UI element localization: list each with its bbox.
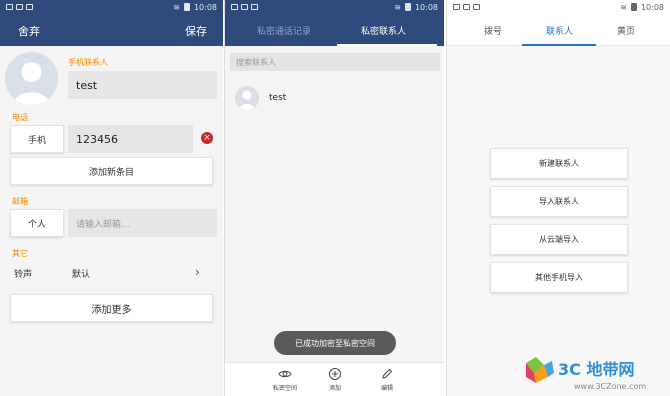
email-input[interactable]: 请输入邮箱... <box>68 209 217 237</box>
phone-type-select[interactable]: 手机 <box>10 125 64 153</box>
tab-private-contacts[interactable]: 私密联系人 <box>361 24 406 37</box>
status-bar: ≋ 10:08 <box>0 0 223 14</box>
eye-icon <box>278 370 292 378</box>
edit-label: 编辑 <box>380 385 393 392</box>
bottom-action-bar: 私密空间 添加 编辑 <box>225 362 444 396</box>
status-time: 10:08 <box>414 2 438 12</box>
status-bar: ≋ 10:08 <box>225 0 444 14</box>
private-space-label: 私密空间 <box>272 385 297 392</box>
status-time: 10:08 <box>640 2 664 12</box>
add-circle-icon <box>329 368 341 380</box>
tab-dialer[interactable]: 拨号 <box>484 24 502 37</box>
toast-message: 已成功加密至私密空间 <box>274 331 396 355</box>
remove-phone-icon[interactable]: × <box>201 132 213 144</box>
active-tab-indicator <box>522 44 596 46</box>
contact-search-input[interactable]: 搜索联系人 <box>230 53 440 71</box>
main-tabs: 拨号 联系人 黄页 <box>447 14 670 46</box>
wifi-icon: ≋ <box>173 2 180 12</box>
import-from-cloud-button[interactable]: 从云端导入 <box>490 224 628 255</box>
tab-contacts[interactable]: 联系人 <box>546 24 573 37</box>
import-contacts-button[interactable]: 导入联系人 <box>490 186 628 217</box>
private-tabs: 私密通话记录 私密联系人 <box>225 14 444 46</box>
add-more-button[interactable]: 添加更多 <box>10 294 213 322</box>
add-button[interactable]: 添加 <box>315 367 355 392</box>
status-time: 10:08 <box>193 2 217 12</box>
import-other-phone-button[interactable]: 其他手机导入 <box>490 262 628 293</box>
add-label: 添加 <box>328 385 341 392</box>
email-type-select[interactable]: 个人 <box>10 209 64 237</box>
wifi-icon: ≋ <box>394 2 401 12</box>
name-input[interactable]: test <box>68 71 217 99</box>
tab-yellow-pages[interactable]: 黄页 <box>617 24 635 37</box>
email-section-label: 邮箱 <box>12 197 28 206</box>
chevron-right-icon[interactable]: › <box>195 265 200 279</box>
edit-button[interactable]: 编辑 <box>367 367 407 392</box>
contact-avatar[interactable] <box>5 52 58 105</box>
contact-name: test <box>269 93 287 103</box>
phone-input[interactable]: 123456 <box>68 125 193 153</box>
save-button[interactable]: 保存 <box>185 23 207 39</box>
contact-avatar <box>235 86 259 110</box>
battery-icon <box>404 3 411 11</box>
battery-icon <box>630 3 637 11</box>
watermark-url: www.3CZone.com <box>574 382 646 391</box>
discard-button[interactable]: 舍弃 <box>18 23 40 39</box>
watermark-brand: 3C 地带网 <box>558 360 634 379</box>
edit-header: 舍弃 保存 <box>0 14 223 46</box>
pencil-icon <box>382 368 393 379</box>
wifi-icon: ≋ <box>620 2 627 12</box>
add-entry-button[interactable]: 添加新条目 <box>10 157 213 185</box>
active-tab-indicator <box>337 44 437 46</box>
notification-icons <box>6 4 33 10</box>
new-contact-button[interactable]: 新建联系人 <box>490 148 628 179</box>
ringtone-value[interactable]: 默认 <box>72 267 90 280</box>
contacts-screen: ≋ 10:08 拨号 联系人 黄页 新建联系人 导入联系人 从云端导入 其他手机导… <box>446 0 670 396</box>
person-icon <box>5 52 58 105</box>
edit-contact-screen: ≋ 10:08 舍弃 保存 手机联系人 test 电话 手机 123456 × 添… <box>0 0 223 396</box>
ringtone-label: 铃声 <box>14 270 33 280</box>
phone-section-label: 电话 <box>12 113 28 122</box>
private-contacts-screen: ≋ 10:08 私密通话记录 私密联系人 搜索联系人 test 已成功加密至私密空… <box>224 0 444 396</box>
tab-private-call-log[interactable]: 私密通话记录 <box>257 24 311 37</box>
person-icon <box>235 86 259 110</box>
watermark-logo: 3C 地带网 www.3CZone.com <box>522 353 668 393</box>
other-section-label: 其它 <box>12 249 28 258</box>
private-space-button[interactable]: 私密空间 <box>265 367 305 392</box>
3czone-logo: 3C 地带网 www.3CZone.com <box>526 357 646 391</box>
battery-icon <box>183 3 190 11</box>
status-bar: ≋ 10:08 <box>447 0 670 14</box>
notification-icons <box>453 4 480 10</box>
notification-icons <box>231 4 258 10</box>
phone-contact-label: 手机联系人 <box>68 58 108 67</box>
